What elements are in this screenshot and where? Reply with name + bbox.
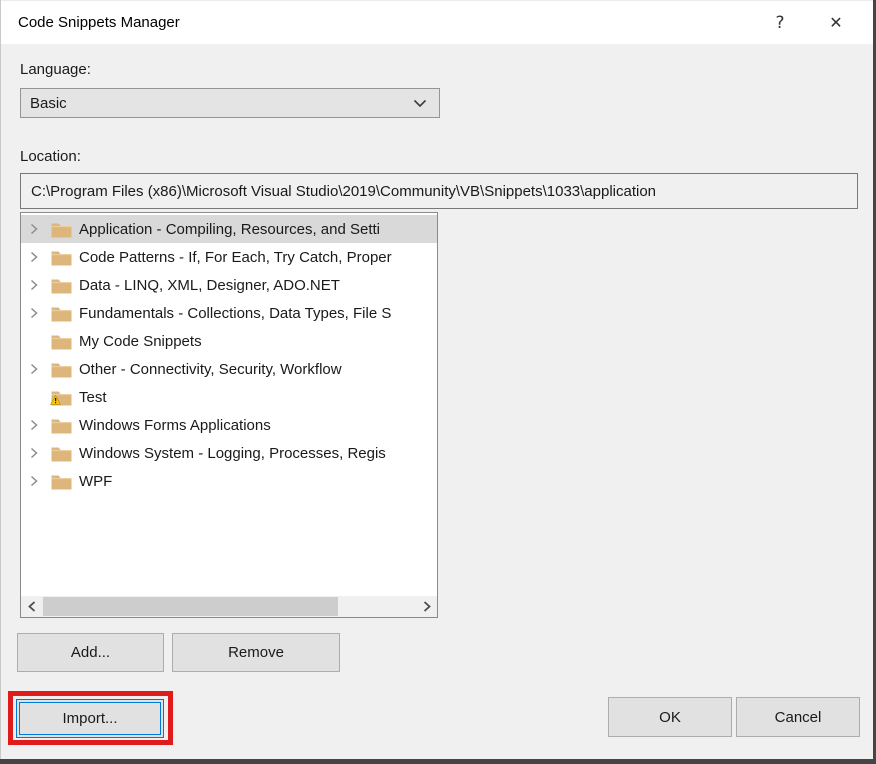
tree-item-label: Application - Compiling, Resources, and …: [79, 221, 380, 238]
folder-icon: [51, 389, 72, 406]
expander-chevron-icon[interactable]: [30, 475, 44, 487]
language-dropdown[interactable]: Basic: [20, 88, 440, 118]
language-label: Language:: [20, 61, 91, 78]
folder-icon: [51, 249, 72, 266]
code-snippets-manager-dialog: Code Snippets Manager ? ✕ Language: Basi…: [0, 0, 876, 764]
tree-rows: Application - Compiling, Resources, and …: [21, 215, 437, 495]
tree-item-label: WPF: [79, 473, 112, 490]
expander-chevron-icon[interactable]: [30, 447, 44, 459]
tree-item[interactable]: My Code Snippets: [21, 327, 437, 355]
expander-chevron-icon[interactable]: [30, 419, 44, 431]
folder-icon: [51, 473, 72, 490]
location-label: Location:: [20, 148, 81, 165]
tree-item-label: Code Patterns - If, For Each, Try Catch,…: [79, 249, 392, 266]
folder-icon: [51, 417, 72, 434]
tree-item-label: Windows System - Logging, Processes, Reg…: [79, 445, 386, 462]
tree-item[interactable]: Fundamentals - Collections, Data Types, …: [21, 299, 437, 327]
add-button[interactable]: Add...: [17, 633, 164, 672]
close-icon: ✕: [829, 13, 842, 32]
expander-chevron-icon[interactable]: [30, 307, 44, 319]
remove-button[interactable]: Remove: [172, 633, 340, 672]
scroll-right-arrow-icon[interactable]: [416, 596, 437, 617]
scroll-left-arrow-icon[interactable]: [21, 596, 42, 617]
folder-icon: [51, 333, 72, 350]
tree-item-label: Test: [79, 389, 107, 406]
tree-item-label: Fundamentals - Collections, Data Types, …: [79, 305, 391, 322]
tree-item[interactable]: Windows System - Logging, Processes, Reg…: [21, 439, 437, 467]
tree-item[interactable]: Other - Connectivity, Security, Workflow: [21, 355, 437, 383]
import-button[interactable]: Import...: [16, 699, 164, 738]
folder-icon: [51, 277, 72, 294]
folder-icon: [51, 445, 72, 462]
dialog-title: Code Snippets Manager: [18, 14, 180, 31]
tree-item-label: Other - Connectivity, Security, Workflow: [79, 361, 342, 378]
expander-chevron-icon[interactable]: [30, 251, 44, 263]
help-button[interactable]: ?: [757, 1, 803, 44]
scrollbar-thumb[interactable]: [43, 597, 338, 616]
folder-icon: [51, 361, 72, 378]
chevron-down-icon: [413, 99, 427, 108]
location-path-field[interactable]: C:\Program Files (x86)\Microsoft Visual …: [20, 173, 858, 209]
tree-item[interactable]: Test: [21, 383, 437, 411]
tree-item-label: Data - LINQ, XML, Designer, ADO.NET: [79, 277, 340, 294]
close-button[interactable]: ✕: [813, 1, 859, 44]
expander-chevron-icon[interactable]: [30, 279, 44, 291]
expander-chevron-icon[interactable]: [30, 223, 44, 235]
tree-item-label: Windows Forms Applications: [79, 417, 271, 434]
location-path-value: C:\Program Files (x86)\Microsoft Visual …: [31, 183, 656, 200]
help-icon: ?: [775, 13, 784, 33]
horizontal-scrollbar[interactable]: [21, 596, 437, 617]
tree-item-label: My Code Snippets: [79, 333, 202, 350]
tree-item[interactable]: WPF: [21, 467, 437, 495]
cancel-button[interactable]: Cancel: [736, 697, 860, 737]
snippet-folder-tree[interactable]: Application - Compiling, Resources, and …: [20, 212, 438, 618]
tree-item[interactable]: Data - LINQ, XML, Designer, ADO.NET: [21, 271, 437, 299]
title-bar: Code Snippets Manager ? ✕: [1, 1, 873, 44]
tree-item[interactable]: Code Patterns - If, For Each, Try Catch,…: [21, 243, 437, 271]
folder-icon: [51, 305, 72, 322]
ok-button[interactable]: OK: [608, 697, 732, 737]
expander-chevron-icon[interactable]: [30, 363, 44, 375]
tree-item[interactable]: Application - Compiling, Resources, and …: [21, 215, 437, 243]
folder-icon: [51, 221, 72, 238]
language-selected-value: Basic: [30, 95, 413, 112]
tree-item[interactable]: Windows Forms Applications: [21, 411, 437, 439]
warning-icon: [50, 392, 61, 409]
